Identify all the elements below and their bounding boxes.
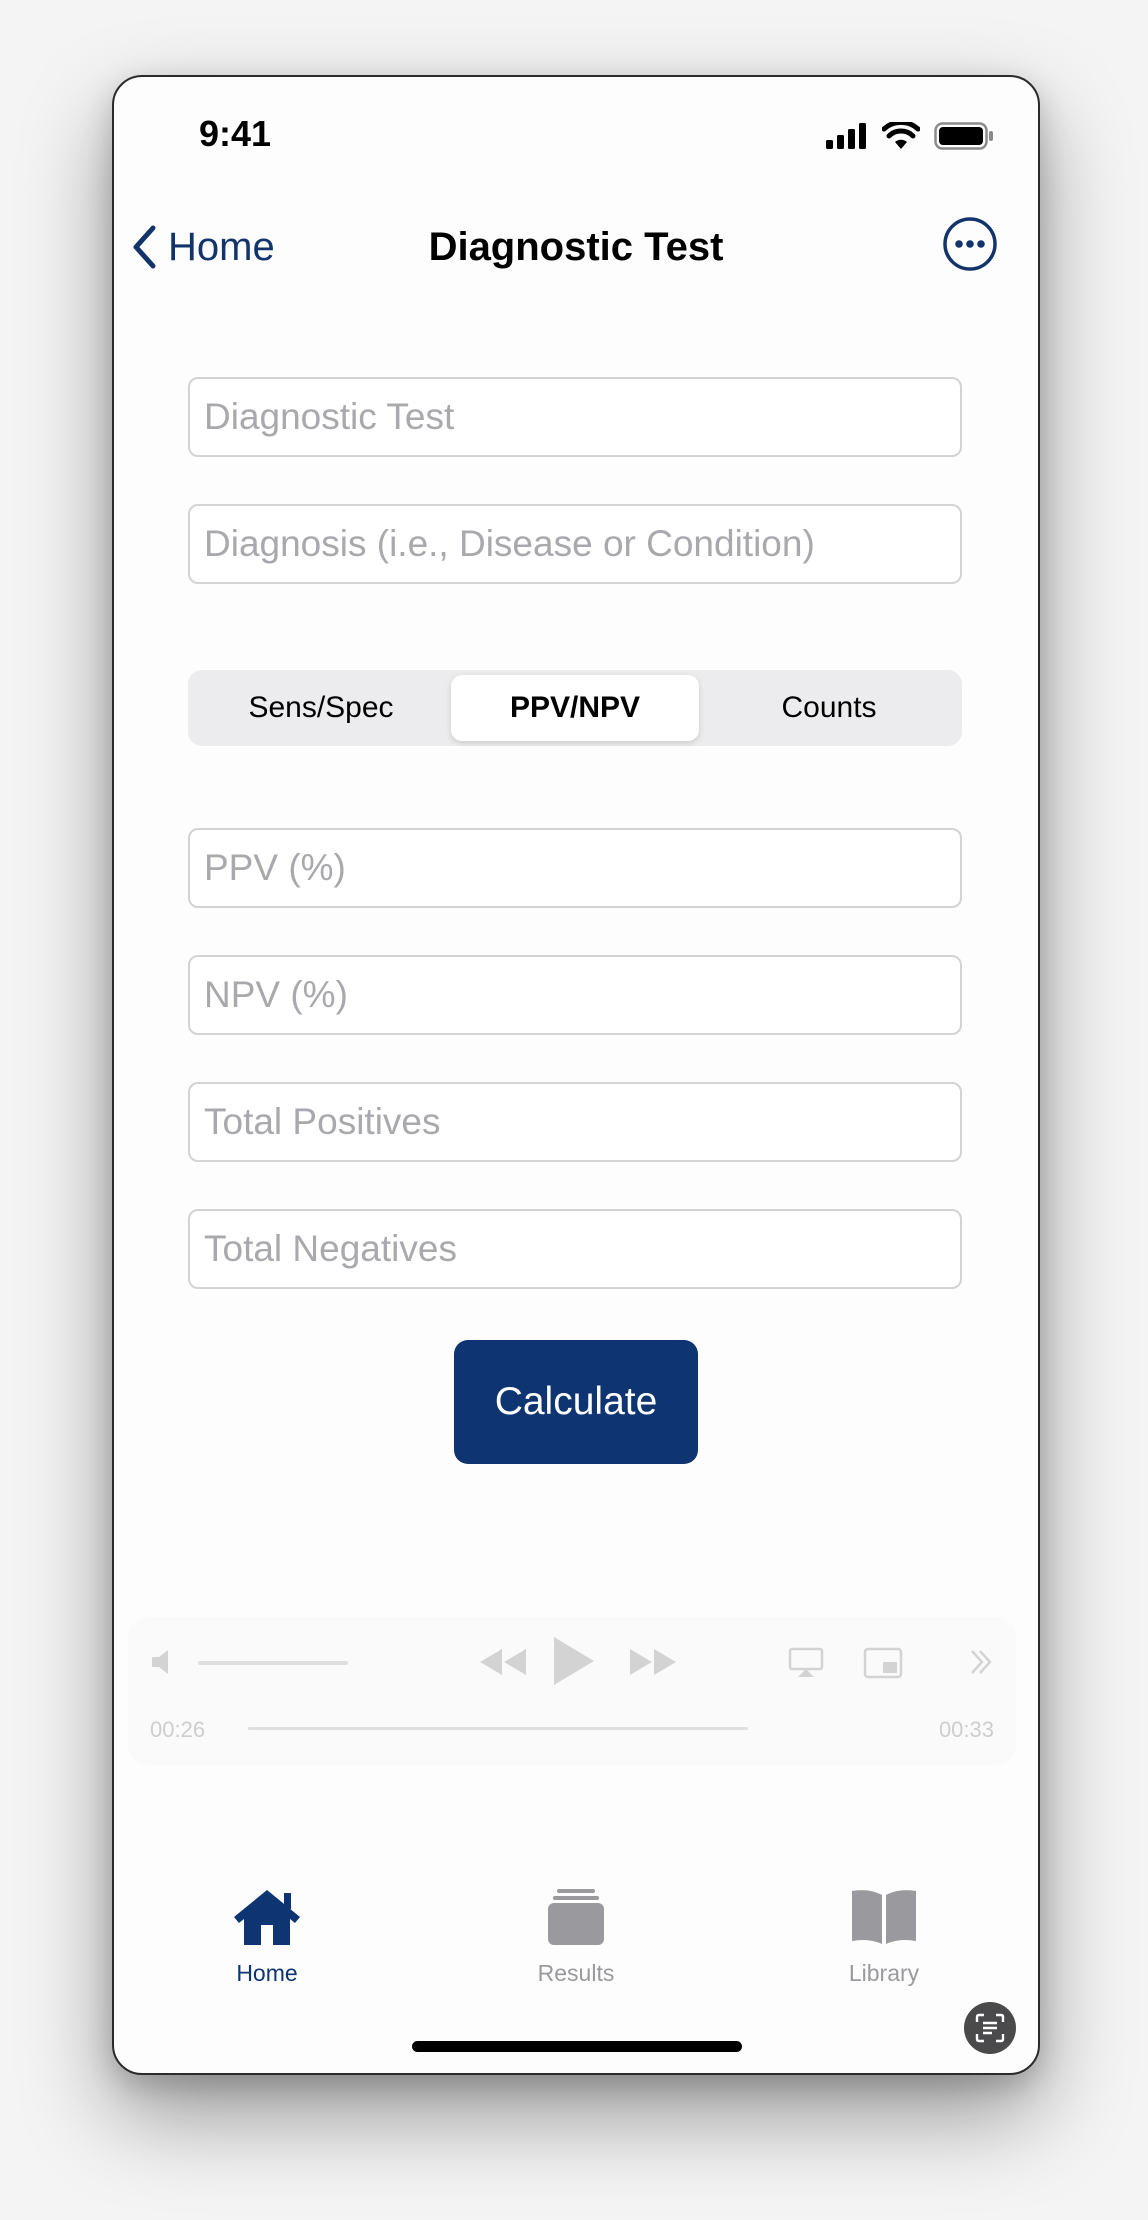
tab-home[interactable]: Home	[187, 1887, 347, 1987]
text-scan-icon	[975, 2013, 1005, 2043]
house-icon	[234, 1890, 300, 1945]
ppv-input[interactable]	[188, 828, 962, 908]
media-elapsed-time: 00:26	[150, 1717, 206, 1742]
cellular-signal-icon	[826, 123, 866, 149]
tab-bar: Home Results Library	[114, 1887, 1038, 1987]
tab-library-label: Library	[848, 1960, 920, 1986]
media-player-overlay: 00:26 00:33	[128, 1617, 1016, 1765]
media-remaining-time: 00:33	[938, 1717, 994, 1742]
wifi-icon	[882, 122, 920, 149]
diagnosis-input[interactable]	[188, 504, 962, 584]
phone-screen: 9:41 Home Diagnostic Test Diagnostic Tes…	[112, 75, 1040, 2075]
volume-icon	[152, 1650, 168, 1674]
tab-home-label: Home	[236, 1960, 298, 1986]
ellipsis-circle-icon	[943, 217, 997, 271]
picture-in-picture-icon[interactable]	[863, 1647, 903, 1679]
fast-forward-icon[interactable]	[628, 1647, 678, 1677]
segment-counts[interactable]: Counts	[705, 675, 953, 741]
more-options-button[interactable]	[942, 216, 998, 272]
tab-results[interactable]: Results	[496, 1887, 656, 1987]
tab-results-label: Results	[537, 1960, 615, 1986]
mode-segmented-control: Sens/Spec PPV/NPV Counts	[188, 670, 962, 746]
calculate-button[interactable]: Calculate	[454, 1340, 698, 1464]
battery-icon	[934, 122, 993, 150]
stack-icon	[548, 1889, 604, 1945]
page-title: Diagnostic Test	[428, 225, 724, 269]
status-time: 9:41	[199, 113, 272, 154]
total-positives-input[interactable]	[188, 1082, 962, 1162]
media-scrubber[interactable]	[248, 1727, 748, 1730]
rewind-icon[interactable]	[478, 1647, 528, 1677]
diagnostic-test-input[interactable]	[188, 377, 962, 457]
home-indicator	[412, 2041, 742, 2052]
chevron-right-icon[interactable]	[968, 1647, 992, 1677]
status-icons	[826, 122, 994, 150]
segment-ppv-npv[interactable]: PPV/NPV	[451, 675, 699, 741]
volume-slider[interactable]	[198, 1661, 348, 1665]
airplay-icon[interactable]	[788, 1647, 824, 1679]
segment-sens-spec[interactable]: Sens/Spec	[197, 675, 445, 741]
total-negatives-input[interactable]	[188, 1209, 962, 1289]
npv-input[interactable]	[188, 955, 962, 1035]
book-icon	[852, 1890, 916, 1944]
tab-library[interactable]: Library	[804, 1887, 964, 1987]
play-icon[interactable]	[552, 1635, 596, 1687]
live-text-button[interactable]	[964, 2002, 1016, 2054]
